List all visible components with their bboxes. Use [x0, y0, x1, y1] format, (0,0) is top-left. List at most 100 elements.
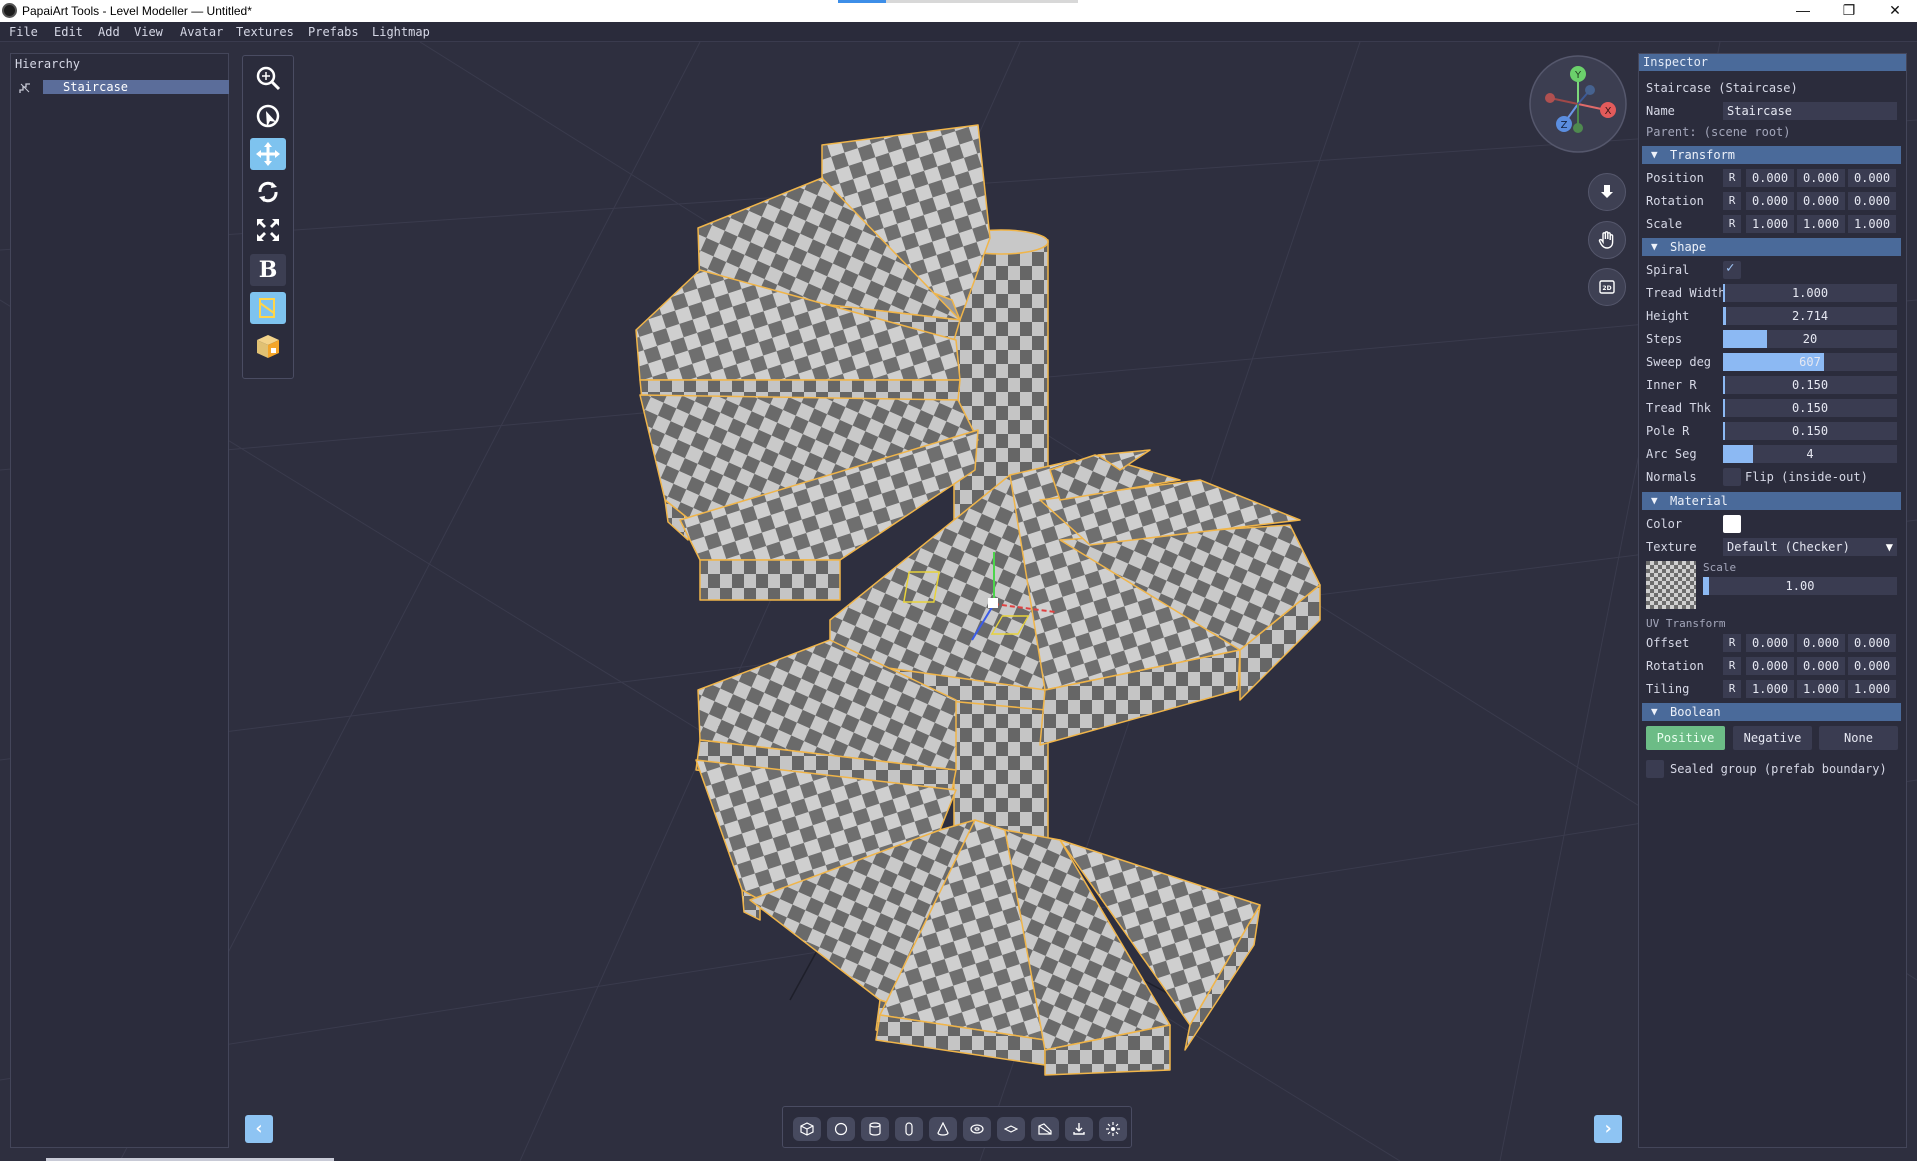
- position-reset-button[interactable]: R: [1723, 169, 1741, 187]
- boolean-positive-button[interactable]: Positive: [1646, 726, 1725, 750]
- uv-tiling-x-field[interactable]: 1.000: [1746, 680, 1794, 698]
- menu-prefabs[interactable]: Prefabs: [308, 25, 359, 39]
- window-title: PapaiArt Tools - Level Modeller — Untitl…: [22, 4, 252, 18]
- shape-section-header[interactable]: ▼ Shape: [1642, 238, 1901, 256]
- axis-gizmo-icon[interactable]: Y X Z: [1528, 54, 1628, 154]
- uv-tiling-z-field[interactable]: 1.000: [1848, 680, 1896, 698]
- tread-width-slider[interactable]: 1.000: [1723, 284, 1897, 302]
- collapse-left-button[interactable]: ‹: [245, 1115, 273, 1143]
- collapse-right-button[interactable]: ›: [1594, 1115, 1622, 1143]
- scale-icon: [257, 219, 279, 241]
- arc-seg-slider[interactable]: 4: [1723, 445, 1897, 463]
- uv-offset-y-field[interactable]: 0.000: [1797, 634, 1845, 652]
- material-tool-button[interactable]: [250, 330, 286, 362]
- color-swatch[interactable]: [1723, 515, 1741, 533]
- add-light-button[interactable]: [1099, 1117, 1127, 1141]
- texture-scale-slider[interactable]: 1.00: [1703, 577, 1897, 595]
- scale-x-field[interactable]: 1.000: [1746, 215, 1794, 233]
- zoom-extents-button[interactable]: [250, 62, 286, 94]
- rotation-z-field[interactable]: 0.000: [1848, 192, 1896, 210]
- uv-tiling-reset-button[interactable]: R: [1723, 680, 1741, 698]
- import-button[interactable]: [1065, 1117, 1093, 1141]
- texture-dropdown[interactable]: Default (Checker) ▼: [1723, 538, 1897, 556]
- menu-add[interactable]: Add: [98, 25, 120, 39]
- rotation-x-field[interactable]: 0.000: [1746, 192, 1794, 210]
- uv-rotation-label: Rotation: [1646, 659, 1704, 673]
- spiral-label: Spiral: [1646, 263, 1690, 277]
- height-label: Height: [1646, 309, 1690, 323]
- uv-offset-z-field[interactable]: 0.000: [1848, 634, 1896, 652]
- parent-label: Parent: (scene root): [1646, 125, 1791, 139]
- add-plane-button[interactable]: [997, 1117, 1025, 1141]
- rotation-reset-button[interactable]: R: [1723, 192, 1741, 210]
- rotation-y-field[interactable]: 0.000: [1797, 192, 1845, 210]
- name-input[interactable]: Staircase: [1723, 102, 1897, 120]
- menu-avatar[interactable]: Avatar: [180, 25, 223, 39]
- scale-tool-button[interactable]: [250, 214, 286, 246]
- steps-slider[interactable]: 20: [1723, 330, 1897, 348]
- minimize-button[interactable]: —: [1780, 0, 1826, 22]
- sweep-deg-slider[interactable]: 607: [1723, 353, 1897, 371]
- scale-z-field[interactable]: 1.000: [1848, 215, 1896, 233]
- scale-y-field[interactable]: 1.000: [1797, 215, 1845, 233]
- rotate-tool-button[interactable]: [250, 176, 286, 208]
- view-2d-button[interactable]: 2D: [1588, 268, 1626, 306]
- hierarchy-panel: Hierarchy Staircase: [10, 53, 229, 1148]
- taskbar-strip: [886, 0, 1078, 3]
- add-cube-button[interactable]: [793, 1117, 821, 1141]
- boolean-negative-button[interactable]: Negative: [1733, 726, 1812, 750]
- add-cone-button[interactable]: [929, 1117, 957, 1141]
- normals-flip-label: Flip (inside-out): [1745, 470, 1868, 484]
- position-x-field[interactable]: 0.000: [1746, 169, 1794, 187]
- tree-label-staircase[interactable]: Staircase: [43, 80, 229, 94]
- inner-r-slider[interactable]: 0.150: [1723, 376, 1897, 394]
- add-wedge-button[interactable]: [1031, 1117, 1059, 1141]
- orientation-gizmo[interactable]: Y X Z: [1528, 54, 1628, 154]
- position-z-field[interactable]: 0.000: [1848, 169, 1896, 187]
- drop-to-ground-button[interactable]: [1588, 173, 1626, 211]
- menu-textures[interactable]: Textures: [236, 25, 294, 39]
- boolean-section-header[interactable]: ▼ Boolean: [1642, 703, 1901, 721]
- menu-edit[interactable]: Edit: [54, 25, 83, 39]
- material-section-header[interactable]: ▼ Material: [1642, 492, 1901, 510]
- move-tool-button[interactable]: [250, 138, 286, 170]
- staircase-node-icon: [19, 83, 30, 93]
- texture-preview[interactable]: [1646, 561, 1696, 609]
- add-torus-button[interactable]: [963, 1117, 991, 1141]
- uv-tiling-y-field[interactable]: 1.000: [1797, 680, 1845, 698]
- sealed-group-checkbox[interactable]: [1646, 760, 1664, 778]
- zoom-extents-icon: [256, 66, 281, 91]
- spiral-staircase-mesh[interactable]: [635, 124, 1321, 1076]
- scale-reset-button[interactable]: R: [1723, 215, 1741, 233]
- add-capsule-button[interactable]: [895, 1117, 923, 1141]
- position-y-field[interactable]: 0.000: [1797, 169, 1845, 187]
- menu-view[interactable]: View: [134, 25, 163, 39]
- normals-flip-checkbox[interactable]: [1723, 468, 1741, 486]
- add-cylinder-button[interactable]: [861, 1117, 889, 1141]
- uv-rotation-x-field[interactable]: 0.000: [1746, 657, 1794, 675]
- uv-offset-reset-button[interactable]: R: [1723, 634, 1741, 652]
- boolean-none-button[interactable]: None: [1819, 726, 1898, 750]
- transform-section-header[interactable]: ▼ Transform: [1642, 146, 1901, 164]
- uv-rotation-y-field[interactable]: 0.000: [1797, 657, 1845, 675]
- slice-tool-button[interactable]: [250, 292, 286, 324]
- uv-rotation-z-field[interactable]: 0.000: [1848, 657, 1896, 675]
- close-button[interactable]: ✕: [1872, 0, 1917, 22]
- add-sphere-button[interactable]: [827, 1117, 855, 1141]
- scale-label: Scale: [1646, 217, 1683, 231]
- spiral-checkbox[interactable]: [1723, 260, 1741, 279]
- uv-rotation-reset-button[interactable]: R: [1723, 657, 1741, 675]
- boolean-tool-button[interactable]: B: [250, 254, 286, 286]
- menu-file[interactable]: File: [9, 25, 38, 39]
- height-slider[interactable]: 2.714: [1723, 307, 1897, 325]
- tree-row-staircase[interactable]: Staircase: [17, 80, 229, 96]
- tread-thk-slider[interactable]: 0.150: [1723, 399, 1897, 417]
- orbit-button[interactable]: [250, 100, 286, 132]
- arrow-down-icon: [1601, 185, 1613, 198]
- uv-offset-x-field[interactable]: 0.000: [1746, 634, 1794, 652]
- menu-lightmap[interactable]: Lightmap: [372, 25, 430, 39]
- pole-r-slider[interactable]: 0.150: [1723, 422, 1897, 440]
- maximize-button[interactable]: ❐: [1826, 0, 1872, 22]
- pan-button[interactable]: [1588, 221, 1626, 259]
- object-label: Staircase (Staircase): [1646, 81, 1798, 95]
